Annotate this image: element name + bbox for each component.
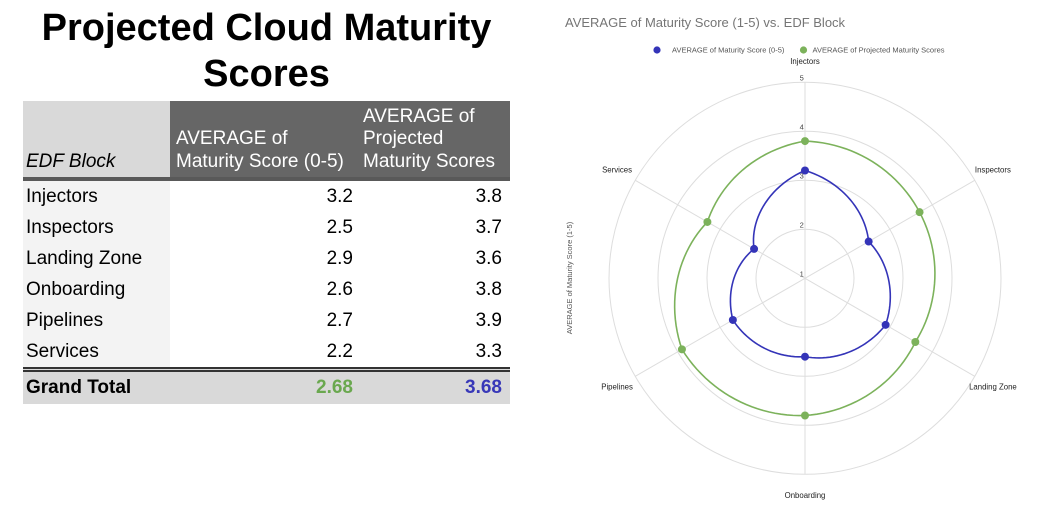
projected-score-cell: 3.3 [475,341,502,362]
column-header-edf-block[interactable]: EDF Block [23,101,170,177]
projected-score-cell: 3.9 [475,310,502,331]
legend-marker-current [653,46,661,54]
series-line-current [729,169,892,359]
current-score-cell: 2.2 [326,341,353,362]
current-score-cell: 3.2 [326,186,353,207]
data-point-projected-onboarding [801,411,809,420]
y-axis-title: AVERAGE of Maturity Score (1-5) [565,221,574,334]
legend-label-current: AVERAGE of Maturity Score (0-5) [672,46,785,55]
grand-total-label: Grand Total [26,377,132,398]
current-score-cell: 2.6 [326,279,353,300]
slide-title: Projected Cloud Maturity Scores [41,7,492,95]
data-point-projected-inspectors [915,208,924,217]
row-label: Services [23,336,170,367]
table-row: Services 2.2 3.3 [23,336,510,367]
projected-score-cell: 3.8 [475,279,502,300]
data-point-current-onboarding [801,352,809,361]
data-point-projected-injectors [801,137,809,146]
legend: AVERAGE of Maturity Score (0-5) AVERAGE … [653,46,945,55]
row-label: Inspectors [23,212,170,243]
column-header-current-score[interactable]: AVERAGE of Maturity Score (0-5) [170,101,358,177]
data-point-projected-pipelines [677,345,686,354]
grand-total-row: Grand Total 2.68 3.68 [23,367,510,404]
grand-total-current: 2.68 [316,377,353,398]
data-point-current-services [750,244,759,253]
tick-label-4: 4 [800,123,804,132]
pivot-table: EDF Block AVERAGE of Maturity Score (0-5… [23,101,510,404]
table-row: Injectors 3.2 3.8 [23,181,510,212]
row-label: Onboarding [23,274,170,305]
grid-spoke-pipelines [635,277,806,377]
grid-spoke-inspectors [804,179,975,279]
tick-label-3: 3 [800,172,804,181]
chart-title: AVERAGE of Maturity Score (1-5) vs. EDF … [565,15,846,30]
category-label-injectors: Injectors [790,57,820,66]
current-score-cell: 2.9 [326,248,353,269]
table-row: Onboarding 2.6 3.8 [23,274,510,305]
legend-label-projected: AVERAGE of Projected Maturity Scores [813,46,945,55]
projected-score-cell: 3.6 [475,248,502,269]
projected-score-cell: 3.8 [475,186,502,207]
table-row: Pipelines 2.7 3.9 [23,305,510,336]
category-label-pipelines: Pipelines [601,383,633,392]
projected-score-cell: 3.7 [475,217,502,238]
radar-labels: 1 2 3 4 5 Injectors Inspectors Landing Zone Onbo… [601,57,1017,500]
radar-chart-svg: AVERAGE of Maturity Score (1-5) vs. EDF … [565,15,1017,500]
data-point-current-pipelines [728,315,737,324]
radar-chart: AVERAGE of Maturity Score (1-5) vs. EDF … [555,0,1044,524]
table-row: Inspectors 2.5 3.7 [23,212,510,243]
current-score-cell: 2.5 [326,217,353,238]
category-label-landing-zone: Landing Zone [969,383,1017,392]
row-label: Injectors [23,181,170,212]
category-label-inspectors: Inspectors [975,166,1011,175]
current-score-cell: 2.7 [326,310,353,331]
data-point-projected-landing-zone [911,338,920,346]
category-label-services: Services [602,166,632,175]
tick-label-5: 5 [800,74,804,83]
category-label-onboarding: Onboarding [785,491,826,500]
data-point-projected-services [703,217,712,226]
table-row: Landing Zone 2.9 3.6 [23,243,510,274]
legend-marker-projected [799,46,808,54]
row-label: Pipelines [23,305,170,336]
grand-total-projected: 3.68 [465,377,502,398]
tick-label-1: 1 [800,270,804,279]
column-header-projected-score[interactable]: AVERAGE of Projected Maturity Scores [358,101,510,177]
table-header-row: EDF Block AVERAGE of Maturity Score (0-5… [23,101,510,181]
legend-item-current: AVERAGE of Maturity Score (0-5) [653,46,785,55]
row-label: Landing Zone [23,243,170,274]
data-point-current-inspectors [864,237,873,246]
data-point-current-landing-zone [881,320,890,329]
legend-item-projected: AVERAGE of Projected Maturity Scores [799,46,945,55]
tick-label-2: 2 [800,221,804,230]
